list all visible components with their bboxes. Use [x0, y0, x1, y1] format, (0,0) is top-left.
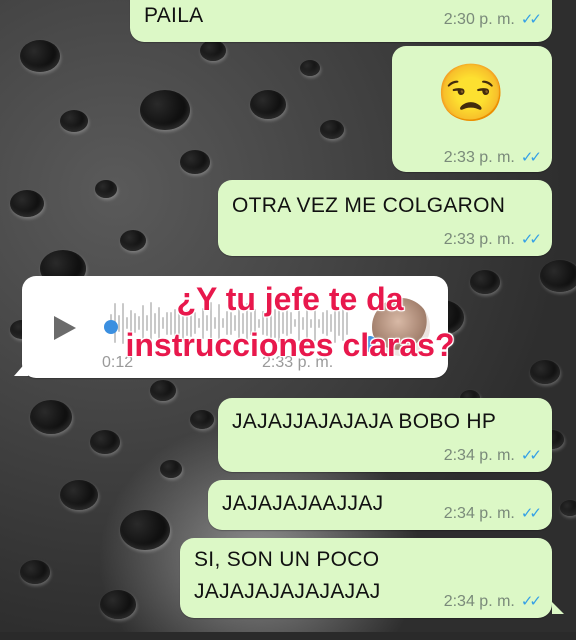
water-drop: [200, 40, 226, 61]
bottom-bar-edge: [0, 632, 576, 640]
water-drop: [90, 430, 120, 454]
message-text-line1: SI, SON UN POCO: [194, 548, 380, 571]
water-drop: [120, 510, 170, 550]
outgoing-message[interactable]: SI, SON UN POCO JAJAJAJAJAJAJAJ 2:34 p. …: [180, 538, 552, 618]
water-drop: [180, 150, 210, 174]
water-drop: [150, 380, 176, 401]
water-drop: [320, 120, 344, 139]
message-text: JAJAJAJAAJJAJ: [222, 492, 384, 515]
water-drop: [20, 560, 50, 584]
message-meta: 2:34 p. m. ✓✓: [443, 504, 542, 523]
read-ticks-icon: ✓✓: [520, 11, 542, 28]
outgoing-message[interactable]: JAJAJAJAAJJAJ 2:34 p. m. ✓✓: [208, 480, 552, 530]
water-drop: [20, 40, 60, 72]
water-drop: [300, 60, 320, 76]
message-meta: 2:34 p. m. ✓✓: [443, 592, 542, 611]
water-drop: [30, 400, 72, 434]
read-ticks-icon: ✓✓: [520, 593, 542, 610]
message-meta: 2:34 p. m. ✓✓: [443, 446, 542, 465]
unamused-face-emoji: 😒: [436, 61, 506, 124]
message-time: 2:34 p. m.: [443, 593, 515, 610]
play-icon[interactable]: [54, 316, 76, 340]
message-time: 2:30 p. m.: [443, 11, 515, 28]
message-meta: 2:30 p. m. ✓✓: [443, 10, 542, 29]
outgoing-message[interactable]: 😒 2:33 p. m. ✓✓: [392, 46, 552, 172]
outgoing-message[interactable]: JAJAJJAJAJAJA BOBO HP 2:34 p. m. ✓✓: [218, 398, 552, 472]
message-text: OTRA VEZ ME COLGARON: [232, 194, 506, 217]
message-text-line2: JAJAJAJAJAJAJAJ: [194, 580, 381, 603]
water-drop: [100, 590, 136, 619]
water-drop: [250, 90, 286, 119]
read-ticks-icon: ✓✓: [520, 231, 542, 248]
water-drop: [95, 180, 117, 198]
bubble-tail: [552, 602, 564, 614]
message-time: 2:33 p. m.: [443, 231, 515, 248]
message-time: 2:34 p. m.: [443, 505, 515, 522]
outgoing-message[interactable]: PAILA 2:30 p. m. ✓✓: [130, 0, 552, 42]
read-ticks-icon: ✓✓: [520, 505, 542, 522]
water-drop: [530, 360, 560, 384]
message-text: PAILA: [144, 4, 204, 27]
water-drop: [60, 480, 98, 510]
water-drop: [120, 230, 146, 251]
meme-caption-line2: instrucciones claras?: [125, 327, 455, 363]
bubble-tail: [14, 360, 28, 376]
water-drop: [190, 410, 214, 429]
water-drop: [160, 460, 182, 478]
water-drop: [10, 190, 44, 217]
water-drop: [140, 90, 190, 130]
message-time: 2:33 p. m.: [443, 149, 515, 166]
meme-caption-line1: ¿Y tu jefe te da: [176, 281, 404, 317]
outgoing-message[interactable]: OTRA VEZ ME COLGARON 2:33 p. m. ✓✓: [218, 180, 552, 256]
water-drop: [560, 500, 576, 516]
message-time: 2:34 p. m.: [443, 447, 515, 464]
message-meta: 2:33 p. m. ✓✓: [443, 148, 542, 167]
water-drop: [60, 110, 88, 132]
read-ticks-icon: ✓✓: [520, 149, 542, 166]
message-meta: 2:33 p. m. ✓✓: [443, 230, 542, 249]
water-drop: [540, 260, 576, 292]
message-text: JAJAJJAJAJAJA BOBO HP: [232, 410, 497, 433]
read-ticks-icon: ✓✓: [520, 447, 542, 464]
